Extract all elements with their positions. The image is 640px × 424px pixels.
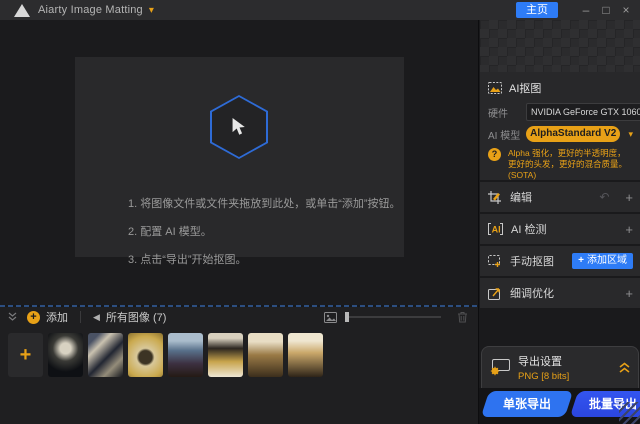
ai-matting-title: AI抠图: [509, 83, 542, 95]
add-images-button[interactable]: + 添加: [27, 309, 68, 325]
ai-matting-icon: [488, 82, 502, 94]
transparency-preview: [480, 20, 640, 72]
app-menu-chevron-icon[interactable]: ▾: [149, 5, 154, 16]
expand-edit-icon[interactable]: +: [625, 190, 633, 205]
app-title: Aiarty Image Matting: [38, 4, 143, 16]
home-button[interactable]: 主页: [516, 2, 558, 18]
thumbnail-abstract-metal[interactable]: [88, 333, 123, 377]
add-plus-icon: +: [27, 310, 40, 324]
add-image-tile[interactable]: +: [8, 333, 43, 377]
single-export-button[interactable]: 单张导出: [480, 391, 574, 417]
thumbnail-bicycle[interactable]: [128, 333, 163, 377]
collapse-export-icon[interactable]: [619, 361, 630, 374]
section-ai-detect[interactable]: AI AI 检测 +: [480, 214, 640, 244]
undo-icon[interactable]: ↶: [599, 190, 609, 204]
edit-icon: [488, 190, 501, 204]
thumbnail-forest-figure[interactable]: [168, 333, 203, 377]
dropzone-instructions: 1. 将图像文件或文件夹拖放到此处，或单击“添加”按钮。 2. 配置 AI 模型…: [128, 190, 401, 274]
add-region-button[interactable]: + 添加区域: [572, 253, 633, 269]
manual-matting-icon: [488, 254, 500, 267]
close-button[interactable]: ×: [616, 0, 636, 20]
thumbnail-pearl-portrait[interactable]: [288, 333, 323, 377]
back-arrow-icon[interactable]: ◀: [93, 312, 100, 323]
ai-matting-section: AI抠图 硬件 NVIDIA GeForce GTX 1060 3GB ▾ AI…: [480, 72, 640, 180]
maximize-button[interactable]: □: [596, 0, 616, 20]
dropzone[interactable]: 1. 将图像文件或文件夹拖放到此处，或单击“添加”按钮。 2. 配置 AI 模型…: [75, 57, 404, 266]
thumbnail-size-icon: [324, 311, 337, 323]
thumbnail-jellyfish[interactable]: [48, 333, 83, 377]
instruction-step-2: 2. 配置 AI 模型。: [128, 226, 212, 238]
export-settings-icon: [490, 359, 510, 376]
slider-handle[interactable]: [345, 312, 349, 322]
toolbar-separator: [80, 311, 81, 323]
thumbnail-floral-portrait[interactable]: [208, 333, 243, 377]
section-refine[interactable]: 细调优化 +: [480, 278, 640, 308]
thumbnail-strip: +: [0, 327, 478, 377]
section-edit[interactable]: 编辑 ↶ +: [480, 182, 640, 212]
thumbnail-size-slider[interactable]: [345, 312, 441, 322]
app-logo-icon: [14, 3, 30, 17]
ai-detect-icon: AI: [488, 223, 503, 235]
cursor-arrow-icon: [232, 118, 245, 135]
model-hint: Alpha 强化，更好的半透明度，更好的头发，更好的混合质量。(SOTA): [508, 148, 628, 180]
help-icon[interactable]: ?: [488, 148, 501, 161]
drop-hexagon-icon: [210, 95, 268, 159]
thumbnail-golden-portrait[interactable]: [248, 333, 283, 377]
expand-refine-icon[interactable]: +: [625, 286, 633, 301]
titlebar: Aiarty Image Matting ▾ 主页 – □ ×: [0, 0, 640, 20]
section-manual-matting[interactable]: 手动抠图 + 添加区域: [480, 246, 640, 276]
main-canvas: 1. 将图像文件或文件夹拖放到此处，或单击“添加”按钮。 2. 配置 AI 模型…: [0, 20, 478, 305]
filmstrip-toolbar: + 添加 ◀ 所有图像 (7): [0, 307, 478, 327]
refine-icon: [488, 287, 500, 300]
export-settings[interactable]: 导出设置 PNG [8 bits]: [481, 346, 639, 388]
collapse-filmstrip-icon[interactable]: [8, 312, 17, 322]
resize-grip-icon[interactable]: [619, 402, 640, 424]
right-panel: AI抠图 硬件 NVIDIA GeForce GTX 1060 3GB ▾ AI…: [478, 20, 640, 424]
instruction-step-3: 3. 点击“导出”开始抠图。: [128, 254, 247, 266]
instruction-step-1: 1. 将图像文件或文件夹拖放到此处，或单击“添加”按钮。: [128, 198, 401, 210]
delete-image-icon[interactable]: [457, 311, 468, 323]
hardware-label: 硬件: [488, 108, 508, 120]
all-images-filter[interactable]: 所有图像 (7): [106, 309, 167, 325]
export-settings-title: 导出设置: [518, 356, 562, 368]
svg-text:AI: AI: [492, 225, 501, 235]
expand-ai-detect-icon[interactable]: +: [625, 222, 633, 237]
model-label: AI 模型: [488, 130, 521, 142]
hardware-select[interactable]: NVIDIA GeForce GTX 1060 3GB ▾: [526, 103, 640, 121]
export-buttons: 单张导出 批量导出: [479, 388, 640, 424]
app-window: Aiarty Image Matting ▾ 主页 – □ × 1. 将图像文件…: [0, 0, 640, 424]
model-select[interactable]: AlphaStandard V2: [526, 126, 621, 142]
export-format: PNG [8 bits]: [518, 371, 570, 382]
model-chevron-icon[interactable]: ▾: [628, 129, 633, 140]
minimize-button[interactable]: –: [576, 0, 596, 20]
add-region-plus-icon: +: [578, 255, 584, 266]
filmstrip-panel: + 添加 ◀ 所有图像 (7) +: [0, 307, 478, 424]
